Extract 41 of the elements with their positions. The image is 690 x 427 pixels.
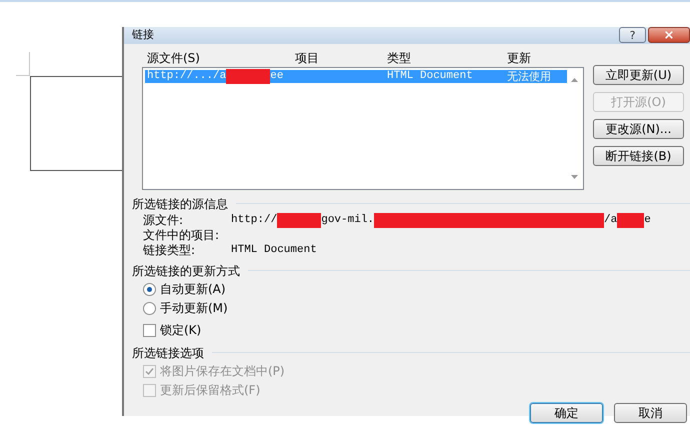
link-text: gov-mil.	[321, 212, 374, 228]
link-text: http://	[231, 212, 278, 228]
link-text: http://.../a	[147, 68, 226, 84]
section-heading: 所选链接选项	[132, 344, 204, 362]
scroll-down-icon[interactable]	[570, 174, 578, 178]
checkbox[interactable]	[143, 324, 156, 336]
link-text: e	[644, 212, 651, 228]
radio-button[interactable]	[143, 302, 156, 314]
link-text: ee	[270, 68, 284, 84]
field-label: 链接类型:	[143, 242, 196, 259]
redaction-mark	[617, 212, 644, 228]
section-heading: 所选链接的源信息	[132, 196, 228, 212]
help-button[interactable]: ?	[619, 27, 646, 44]
link-text: /a	[604, 212, 618, 228]
redaction-mark	[226, 68, 270, 84]
type-text: HTML Document	[387, 68, 473, 84]
page-corner-mark	[16, 52, 30, 76]
window-title: 链接	[132, 27, 155, 43]
redaction-mark	[277, 212, 322, 228]
side-button[interactable]: 断开链接(B)	[593, 146, 684, 166]
column-header: 更新	[507, 50, 531, 66]
section-heading: 所选链接的更新方式	[132, 262, 240, 280]
column-header: 类型	[387, 50, 411, 66]
field-label: 文件中的项目:	[143, 227, 220, 244]
status-text: 无法使用	[507, 70, 551, 82]
link-text: HTML Document	[231, 242, 317, 258]
scroll-up-icon[interactable]	[570, 78, 578, 82]
checkbox-label: 锁定(K)	[160, 322, 202, 339]
checkbox-label: 将图片保存在文档中(P)	[160, 363, 285, 380]
column-header: 项目	[295, 50, 319, 66]
field-label: 源文件:	[143, 212, 184, 229]
side-button[interactable]: 立即更新(U)	[593, 64, 684, 84]
radio-label: 自动更新(A)	[160, 281, 226, 298]
checkbox-label: 更新后保留格式(F)	[160, 382, 260, 399]
column-header: 源文件(S)	[147, 50, 200, 66]
radio-label: 手动更新(M)	[160, 300, 228, 317]
dialog-button[interactable]: 确定	[530, 402, 603, 422]
side-button[interactable]: 更改源(N)...	[593, 118, 684, 138]
checkmark-icon	[145, 366, 154, 376]
dialog-button[interactable]: 取消	[614, 402, 687, 422]
radio-button[interactable]	[143, 282, 156, 296]
